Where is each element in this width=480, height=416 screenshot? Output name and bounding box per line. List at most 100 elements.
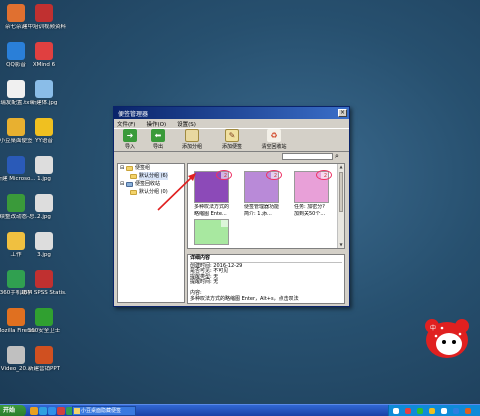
export-icon: ⬅ (151, 129, 165, 142)
folder-icon (130, 189, 137, 195)
desktop-icon-label: IBM SPSS Statis... (22, 290, 66, 296)
menu-operation[interactable]: 操作(O) (146, 120, 166, 128)
window-title: 便签管理器 (118, 110, 149, 118)
note-thumbnail: 2 (294, 170, 332, 203)
desktop-icon[interactable]: IBM SPSS Statis... (22, 270, 66, 297)
details-panel: 详细内容 创建时间: 2016-12-29 是否可见: 不可见 提醒类型: 无 … (187, 254, 345, 304)
app-icon (35, 80, 53, 98)
import-icon: ➜ (123, 129, 137, 142)
tree-item-note-group[interactable]: ⊟ 便签组 (118, 164, 184, 172)
quick-launch-icon[interactable] (57, 407, 65, 415)
add-group-icon (185, 129, 199, 142)
quick-launch-icon[interactable] (30, 407, 38, 415)
export-label: 导出 (152, 144, 163, 150)
app-icon (35, 42, 53, 60)
note-thumbnail: 2 (194, 170, 232, 203)
app-icon (35, 118, 53, 136)
empty-recycle-label: 清空回收站 (261, 144, 287, 150)
desktop-icon-label: 3.jpg (37, 252, 51, 258)
folder-icon (126, 165, 133, 171)
import-button[interactable]: ➜ 导入 (117, 129, 143, 150)
desktop-icon[interactable]: 3.jpg (22, 232, 66, 259)
scroll-up-icon[interactable]: ▲ (338, 164, 344, 170)
highlight-circle (316, 170, 332, 180)
note-item[interactable]: 2 多种叹法方式的 略缩图 Ente... (194, 170, 232, 217)
desktop-icon-label: XMind 6 (32, 62, 56, 68)
tray-icon[interactable] (453, 408, 459, 414)
desktop-icon[interactable]: 新建体.jpg (22, 80, 66, 107)
tree-label: 默认分组 (6) (139, 172, 168, 180)
taskbar-item[interactable]: 小豆桌面隐藏便签 (72, 406, 136, 416)
search-input[interactable] (282, 153, 333, 160)
highlight-circle (266, 170, 282, 180)
note-item[interactable]: 2 任务: 加密分? 加到关50个... (294, 170, 332, 217)
page-fold-icon (221, 220, 228, 227)
start-button[interactable]: 开始 (0, 405, 26, 416)
note-manager-window: 便签管理器 × 文件(F) 操作(O) 设置(S) ➜ 导入 ⬅ 导出 添加分组… (113, 106, 350, 307)
close-button[interactable]: × (338, 109, 347, 117)
tray-icon[interactable] (429, 408, 435, 414)
tray-icon[interactable] (405, 408, 411, 414)
toolbar: ➜ 导入 ⬅ 导出 添加分组 ✎ 添加便签 ♻ 清空回收站 (114, 128, 349, 152)
desktop-icon[interactable]: 新建营销PPT (22, 346, 66, 373)
note-subtitle: 略缩图 Ente... (194, 211, 227, 217)
desktop-icon[interactable]: YY语音 (22, 118, 66, 145)
search-icon[interactable]: ⌕ (335, 152, 343, 160)
quick-launch-icon[interactable] (39, 407, 47, 415)
desktop-icon[interactable]: 建中培训视频资料 (22, 4, 66, 31)
tree-label: 默认分组 (0) (139, 189, 168, 195)
desktop-icon[interactable]: XMind 6 (22, 42, 66, 69)
tree-item-default-group[interactable]: 默认分组 (6) (118, 172, 184, 180)
desktop-icon-label: 建中培训视频资料 (22, 24, 66, 30)
desktop-icon-label: 1.jpg (37, 176, 51, 182)
desktop-icon-label: 360安全卫士 (27, 328, 61, 334)
tray-icon[interactable] (465, 408, 471, 414)
tree-label: 便签回收站 (135, 181, 161, 187)
app-icon (35, 194, 53, 212)
add-note-button[interactable]: ✎ 添加便签 (213, 129, 251, 150)
mascot-label: 中 (430, 325, 437, 332)
notes-panel: 2 多种叹法方式的 略缩图 Ente... 2 便签管理器功能 简介: 1.添.… (187, 163, 345, 249)
export-button[interactable]: ⬅ 导出 (145, 129, 171, 150)
details-header: 详细内容 (190, 255, 342, 263)
tray-icon[interactable] (417, 408, 423, 414)
notes-scrollbar[interactable]: ▲ ▼ (337, 164, 344, 248)
note-item[interactable]: 2 便签管理器功能 简介: 1.添... (244, 170, 282, 217)
menu-file[interactable]: 文件(F) (117, 120, 135, 128)
quick-launch-icon[interactable] (48, 407, 56, 415)
add-group-button[interactable]: 添加分组 (173, 129, 211, 150)
app-icon (35, 308, 53, 326)
add-group-label: 添加分组 (181, 144, 202, 150)
desktop-icon[interactable]: 2.jpg (22, 194, 66, 221)
desktop-icon[interactable]: 1.jpg (22, 156, 66, 183)
scroll-down-icon[interactable]: ▼ (338, 242, 344, 248)
highlight-circle (216, 170, 232, 180)
tray-icon[interactable] (393, 408, 399, 414)
note-thumbnail: 2 (244, 170, 282, 203)
desktop-icon-label: 2.jpg (37, 214, 51, 220)
note-title: 多种叹法方式的 (194, 204, 229, 210)
menu-settings[interactable]: 设置(S) (177, 120, 196, 128)
taskbar-item-label: 小豆桌面隐藏便签 (81, 408, 122, 414)
mascot-icon[interactable]: 中 (424, 316, 470, 360)
desktop-icon[interactable]: 360安全卫士 (22, 308, 66, 335)
tray-icon[interactable] (441, 408, 447, 414)
note-item[interactable] (194, 219, 229, 245)
app-icon (74, 408, 80, 414)
empty-recycle-icon: ♻ (267, 129, 281, 142)
empty-recycle-button[interactable]: ♻ 清空回收站 (253, 129, 295, 150)
note-subtitle: 加到关50个... (294, 211, 326, 217)
tree-label: 便签组 (135, 165, 151, 171)
note-thumbnail (194, 219, 229, 245)
window-titlebar[interactable]: 便签管理器 × (114, 107, 349, 119)
tree-item-recycle-bin[interactable]: ⊟ 便签回收站 (118, 180, 184, 188)
tree-item-recycle-default-group[interactable]: 默认分组 (0) (118, 188, 184, 196)
menu-bar: 文件(F) 操作(O) 设置(S) (114, 119, 349, 128)
app-icon (35, 156, 53, 174)
system-tray (388, 405, 480, 416)
add-note-icon: ✎ (225, 129, 239, 142)
add-note-label: 添加便签 (221, 144, 242, 150)
scroll-thumb[interactable] (339, 172, 343, 212)
search-bar: ⌕ (114, 152, 349, 160)
app-icon (35, 4, 53, 22)
